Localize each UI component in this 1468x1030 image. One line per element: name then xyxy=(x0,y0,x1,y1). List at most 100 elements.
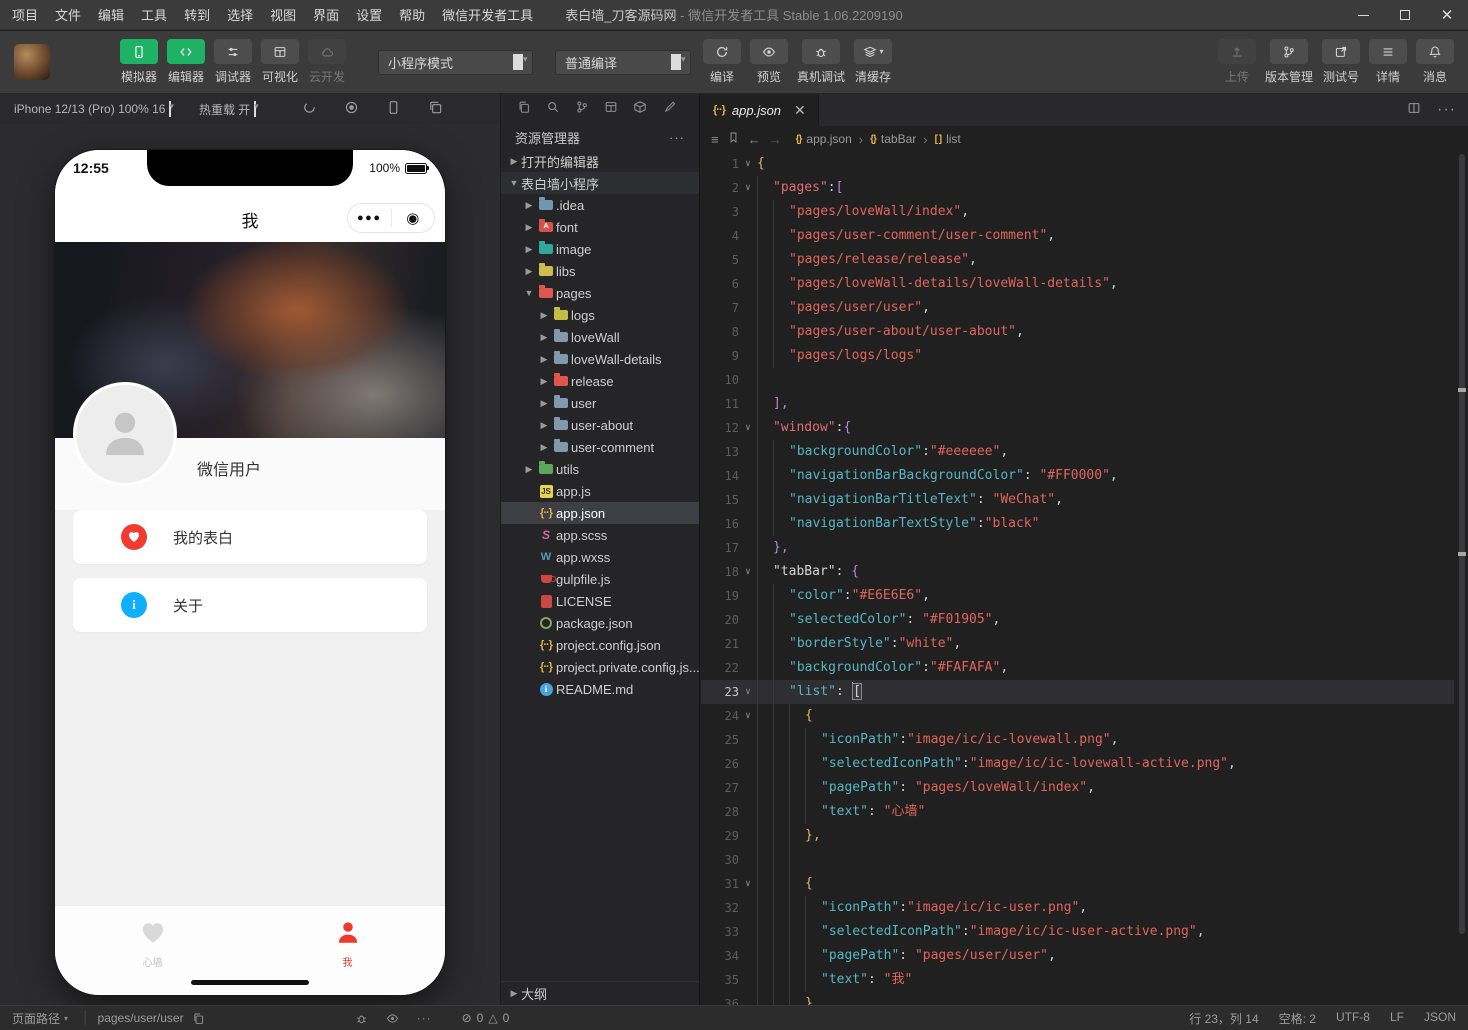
tree-item-logs[interactable]: ▶logs xyxy=(501,304,699,326)
watch-icon[interactable] xyxy=(386,1012,399,1025)
hot-reload-toggle[interactable]: 热重载 开 xyxy=(199,101,250,118)
more-icon[interactable]: ··· xyxy=(417,1011,432,1025)
outline-list-icon[interactable]: ≡ xyxy=(711,132,719,147)
page-path-value[interactable]: pages/user/user xyxy=(98,1011,184,1025)
tree-item-user-comment[interactable]: ▶user-comment xyxy=(501,436,699,458)
code-line[interactable]: 11], xyxy=(701,392,1454,416)
tree-item-gulpfile.js[interactable]: gulpfile.js xyxy=(501,568,699,590)
fold-chevron-icon[interactable]: ∨ xyxy=(739,416,757,440)
menu-card-我的表白[interactable]: 我的表白 xyxy=(73,510,427,564)
tree-section-打开的编辑器[interactable]: ▶打开的编辑器 xyxy=(501,150,699,172)
code-line[interactable]: 32"iconPath":"image/ic/ic-user.png", xyxy=(701,896,1454,920)
code-line[interactable]: 21"borderStyle":"white", xyxy=(701,632,1454,656)
code-line[interactable]: 26"selectedIconPath":"image/ic/ic-lovewa… xyxy=(701,752,1454,776)
code-line[interactable]: 14"navigationBarBackgroundColor": "#FF00… xyxy=(701,464,1454,488)
toolbar-button-清缓存[interactable]: ▾清缓存 xyxy=(854,39,892,85)
cursor-position[interactable]: 行 23，列 14 xyxy=(1189,1010,1258,1027)
navigate-forward-icon[interactable]: → xyxy=(769,132,782,147)
code-line[interactable]: 35"text": "我" xyxy=(701,968,1454,992)
encoding[interactable]: UTF-8 xyxy=(1336,1010,1370,1027)
code-line[interactable]: 17}, xyxy=(701,536,1454,560)
mode-select[interactable]: 小程序模式 ▾ xyxy=(378,50,533,75)
home-indicator[interactable] xyxy=(191,980,309,985)
more-actions-icon[interactable]: ··· xyxy=(1437,101,1456,119)
tree-item-release[interactable]: ▶release xyxy=(501,370,699,392)
close-icon[interactable]: ✕ xyxy=(1426,0,1468,30)
device-icon[interactable] xyxy=(386,100,401,118)
search-icon[interactable] xyxy=(546,100,560,119)
toolbar-button-预览[interactable]: 预览 xyxy=(750,39,788,85)
branch-icon[interactable] xyxy=(575,100,589,119)
code-line[interactable]: 23∨"list": [ xyxy=(701,680,1454,704)
code-line[interactable]: 30 xyxy=(701,848,1454,872)
code-line[interactable]: 24∨{ xyxy=(701,704,1454,728)
menu-item-设置[interactable]: 设置 xyxy=(356,5,382,24)
menu-item-选择[interactable]: 选择 xyxy=(227,5,253,24)
split-editor-icon[interactable] xyxy=(1407,101,1421,120)
editor-scrollbar[interactable] xyxy=(1459,154,1465,934)
code-area[interactable]: 1∨{2∨"pages":[3"pages/loveWall/index",4"… xyxy=(701,152,1454,1005)
page-path-label[interactable]: 页面路径 xyxy=(12,1010,60,1027)
code-line[interactable]: 19"color":"#E6E6E6", xyxy=(701,584,1454,608)
code-line[interactable]: 7"pages/user/user", xyxy=(701,296,1454,320)
toolbar-button-编译[interactable]: 编译 xyxy=(703,39,741,85)
code-line[interactable]: 25"iconPath":"image/ic/ic-lovewall.png", xyxy=(701,728,1454,752)
tree-item-font[interactable]: ▶font xyxy=(501,216,699,238)
code-line[interactable]: 6"pages/loveWall-details/loveWall-detail… xyxy=(701,272,1454,296)
debug-icon[interactable] xyxy=(355,1012,368,1025)
toolbar-button-详情[interactable]: 详情 xyxy=(1369,39,1407,85)
toolbar-button-编辑器[interactable]: 编辑器 xyxy=(167,39,205,85)
code-line[interactable]: 16"navigationBarTextStyle":"black" xyxy=(701,512,1454,536)
fold-chevron-icon[interactable]: ∨ xyxy=(739,872,757,896)
code-line[interactable]: 18∨"tabBar": { xyxy=(701,560,1454,584)
menu-item-项目[interactable]: 项目 xyxy=(12,5,38,24)
fold-chevron-icon[interactable]: ∨ xyxy=(739,680,757,704)
indent-setting[interactable]: 空格: 2 xyxy=(1279,1010,1316,1027)
maximize-icon[interactable] xyxy=(1384,0,1426,30)
tree-item-utils[interactable]: ▶utils xyxy=(501,458,699,480)
code-line[interactable]: 5"pages/release/release", xyxy=(701,248,1454,272)
code-line[interactable]: 20"selectedColor": "#F01905", xyxy=(701,608,1454,632)
code-line[interactable]: 36} xyxy=(701,992,1454,1005)
fold-chevron-icon[interactable]: ∨ xyxy=(739,152,757,176)
code-line[interactable]: 8"pages/user-about/user-about", xyxy=(701,320,1454,344)
device-select[interactable]: iPhone 12/13 (Pro) 100% 16 xyxy=(14,102,165,116)
code-line[interactable]: 33"selectedIconPath":"image/ic/ic-user-a… xyxy=(701,920,1454,944)
compile-select[interactable]: 普通编译 ▾ xyxy=(555,50,691,75)
minimize-icon[interactable] xyxy=(1342,0,1384,30)
tree-item-package.json[interactable]: package.json xyxy=(501,612,699,634)
tree-item-README.md[interactable]: iREADME.md xyxy=(501,678,699,700)
code-line[interactable]: 12∨"window":{ xyxy=(701,416,1454,440)
breadcrumb-item-app.json[interactable]: {}app.json xyxy=(796,132,852,146)
user-avatar[interactable] xyxy=(14,44,50,80)
toolbar-button-消息[interactable]: 消息 xyxy=(1416,39,1454,85)
fold-chevron-icon[interactable]: ∨ xyxy=(739,560,757,584)
menu-item-视图[interactable]: 视图 xyxy=(270,5,296,24)
breadcrumb-item-list[interactable]: [ ]list xyxy=(935,132,961,146)
code-line[interactable]: 31∨{ xyxy=(701,872,1454,896)
fold-chevron-icon[interactable]: ∨ xyxy=(739,704,757,728)
tab-app-json[interactable]: {··} app.json ✕ xyxy=(701,94,819,126)
tree-item-image[interactable]: ▶image xyxy=(501,238,699,260)
tree-item-libs[interactable]: ▶libs xyxy=(501,260,699,282)
language-mode[interactable]: JSON xyxy=(1424,1010,1456,1027)
tree-item-project.private.config.js...[interactable]: {··}project.private.config.js... xyxy=(501,656,699,678)
toolbar-button-版本管理[interactable]: 版本管理 xyxy=(1265,39,1313,85)
tree-item-loveWall[interactable]: ▶loveWall xyxy=(501,326,699,348)
more-icon[interactable]: ●●● xyxy=(348,212,391,224)
tree-item-loveWall-details[interactable]: ▶loveWall-details xyxy=(501,348,699,370)
windows-icon[interactable] xyxy=(428,100,443,118)
code-line[interactable]: 34"pagePath": "pages/user/user", xyxy=(701,944,1454,968)
code-line[interactable]: 10 xyxy=(701,368,1454,392)
box-icon[interactable] xyxy=(633,100,647,119)
code-line[interactable]: 3"pages/loveWall/index", xyxy=(701,200,1454,224)
menu-card-关于[interactable]: i关于 xyxy=(73,578,427,632)
menu-item-文件[interactable]: 文件 xyxy=(55,5,81,24)
menu-item-工具[interactable]: 工具 xyxy=(141,5,167,24)
toolbar-button-模拟器[interactable]: 模拟器 xyxy=(120,39,158,85)
code-line[interactable]: 29}, xyxy=(701,824,1454,848)
tree-item-app.json[interactable]: {··}app.json xyxy=(501,502,699,524)
tree-item-user-about[interactable]: ▶user-about xyxy=(501,414,699,436)
bookmark-icon[interactable] xyxy=(727,131,740,147)
tree-section-表白墙小程序[interactable]: ▼表白墙小程序 xyxy=(501,172,699,194)
